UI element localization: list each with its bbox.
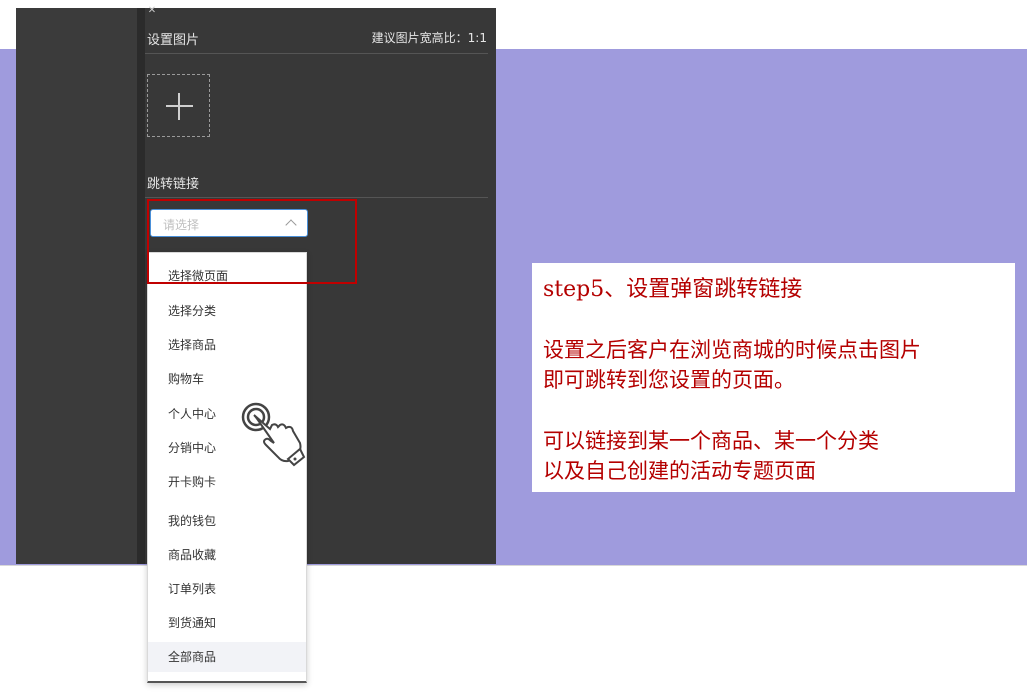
annotation-text: 即可跳转到您设置的页面。 bbox=[543, 368, 795, 392]
option-category[interactable]: 选择分类 bbox=[148, 296, 306, 326]
hand-pointer-icon bbox=[241, 402, 306, 467]
option-favorites[interactable]: 商品收藏 bbox=[148, 540, 306, 570]
annotation-text: 设置之后客户在浏览商城的时候点击图片 bbox=[543, 338, 921, 362]
panel-divider bbox=[137, 8, 145, 564]
option-wallet[interactable]: 我的钱包 bbox=[148, 506, 306, 536]
option-cart[interactable]: 购物车 bbox=[148, 364, 306, 394]
link-options-dropdown: 选择微页面 选择分类 选择商品 购物车 个人中心 分销中心 开卡购卡 我的钱包 … bbox=[147, 252, 307, 683]
highlight-box bbox=[147, 199, 357, 284]
link-section-title: 跳转链接 bbox=[147, 177, 200, 192]
image-ratio-hint: 建议图片宽高比：1:1 bbox=[371, 31, 487, 45]
image-upload-button[interactable] bbox=[147, 74, 210, 137]
option-arrival-notice[interactable]: 到货通知 bbox=[148, 608, 306, 638]
annotation-text: 可以链接到某一个商品、某一个分类 bbox=[543, 429, 879, 453]
option-all-products[interactable]: 全部商品 bbox=[148, 642, 306, 672]
close-icon[interactable]: ✕ bbox=[146, 6, 158, 16]
option-product[interactable]: 选择商品 bbox=[148, 330, 306, 360]
section-divider bbox=[145, 53, 488, 54]
annotation-text: 以及自己创建的活动专题页面 bbox=[543, 459, 816, 483]
section-divider bbox=[145, 197, 488, 198]
annotation-box: step5、设置弹窗跳转链接 设置之后客户在浏览商城的时候点击图片 即可跳转到您… bbox=[532, 263, 1015, 492]
option-order-list[interactable]: 订单列表 bbox=[148, 574, 306, 604]
option-buy-card[interactable]: 开卡购卡 bbox=[148, 467, 306, 497]
image-section-title: 设置图片 bbox=[147, 33, 200, 48]
annotation-title: step5、设置弹窗跳转链接 bbox=[543, 277, 803, 302]
editor-canvas-area bbox=[16, 8, 137, 564]
